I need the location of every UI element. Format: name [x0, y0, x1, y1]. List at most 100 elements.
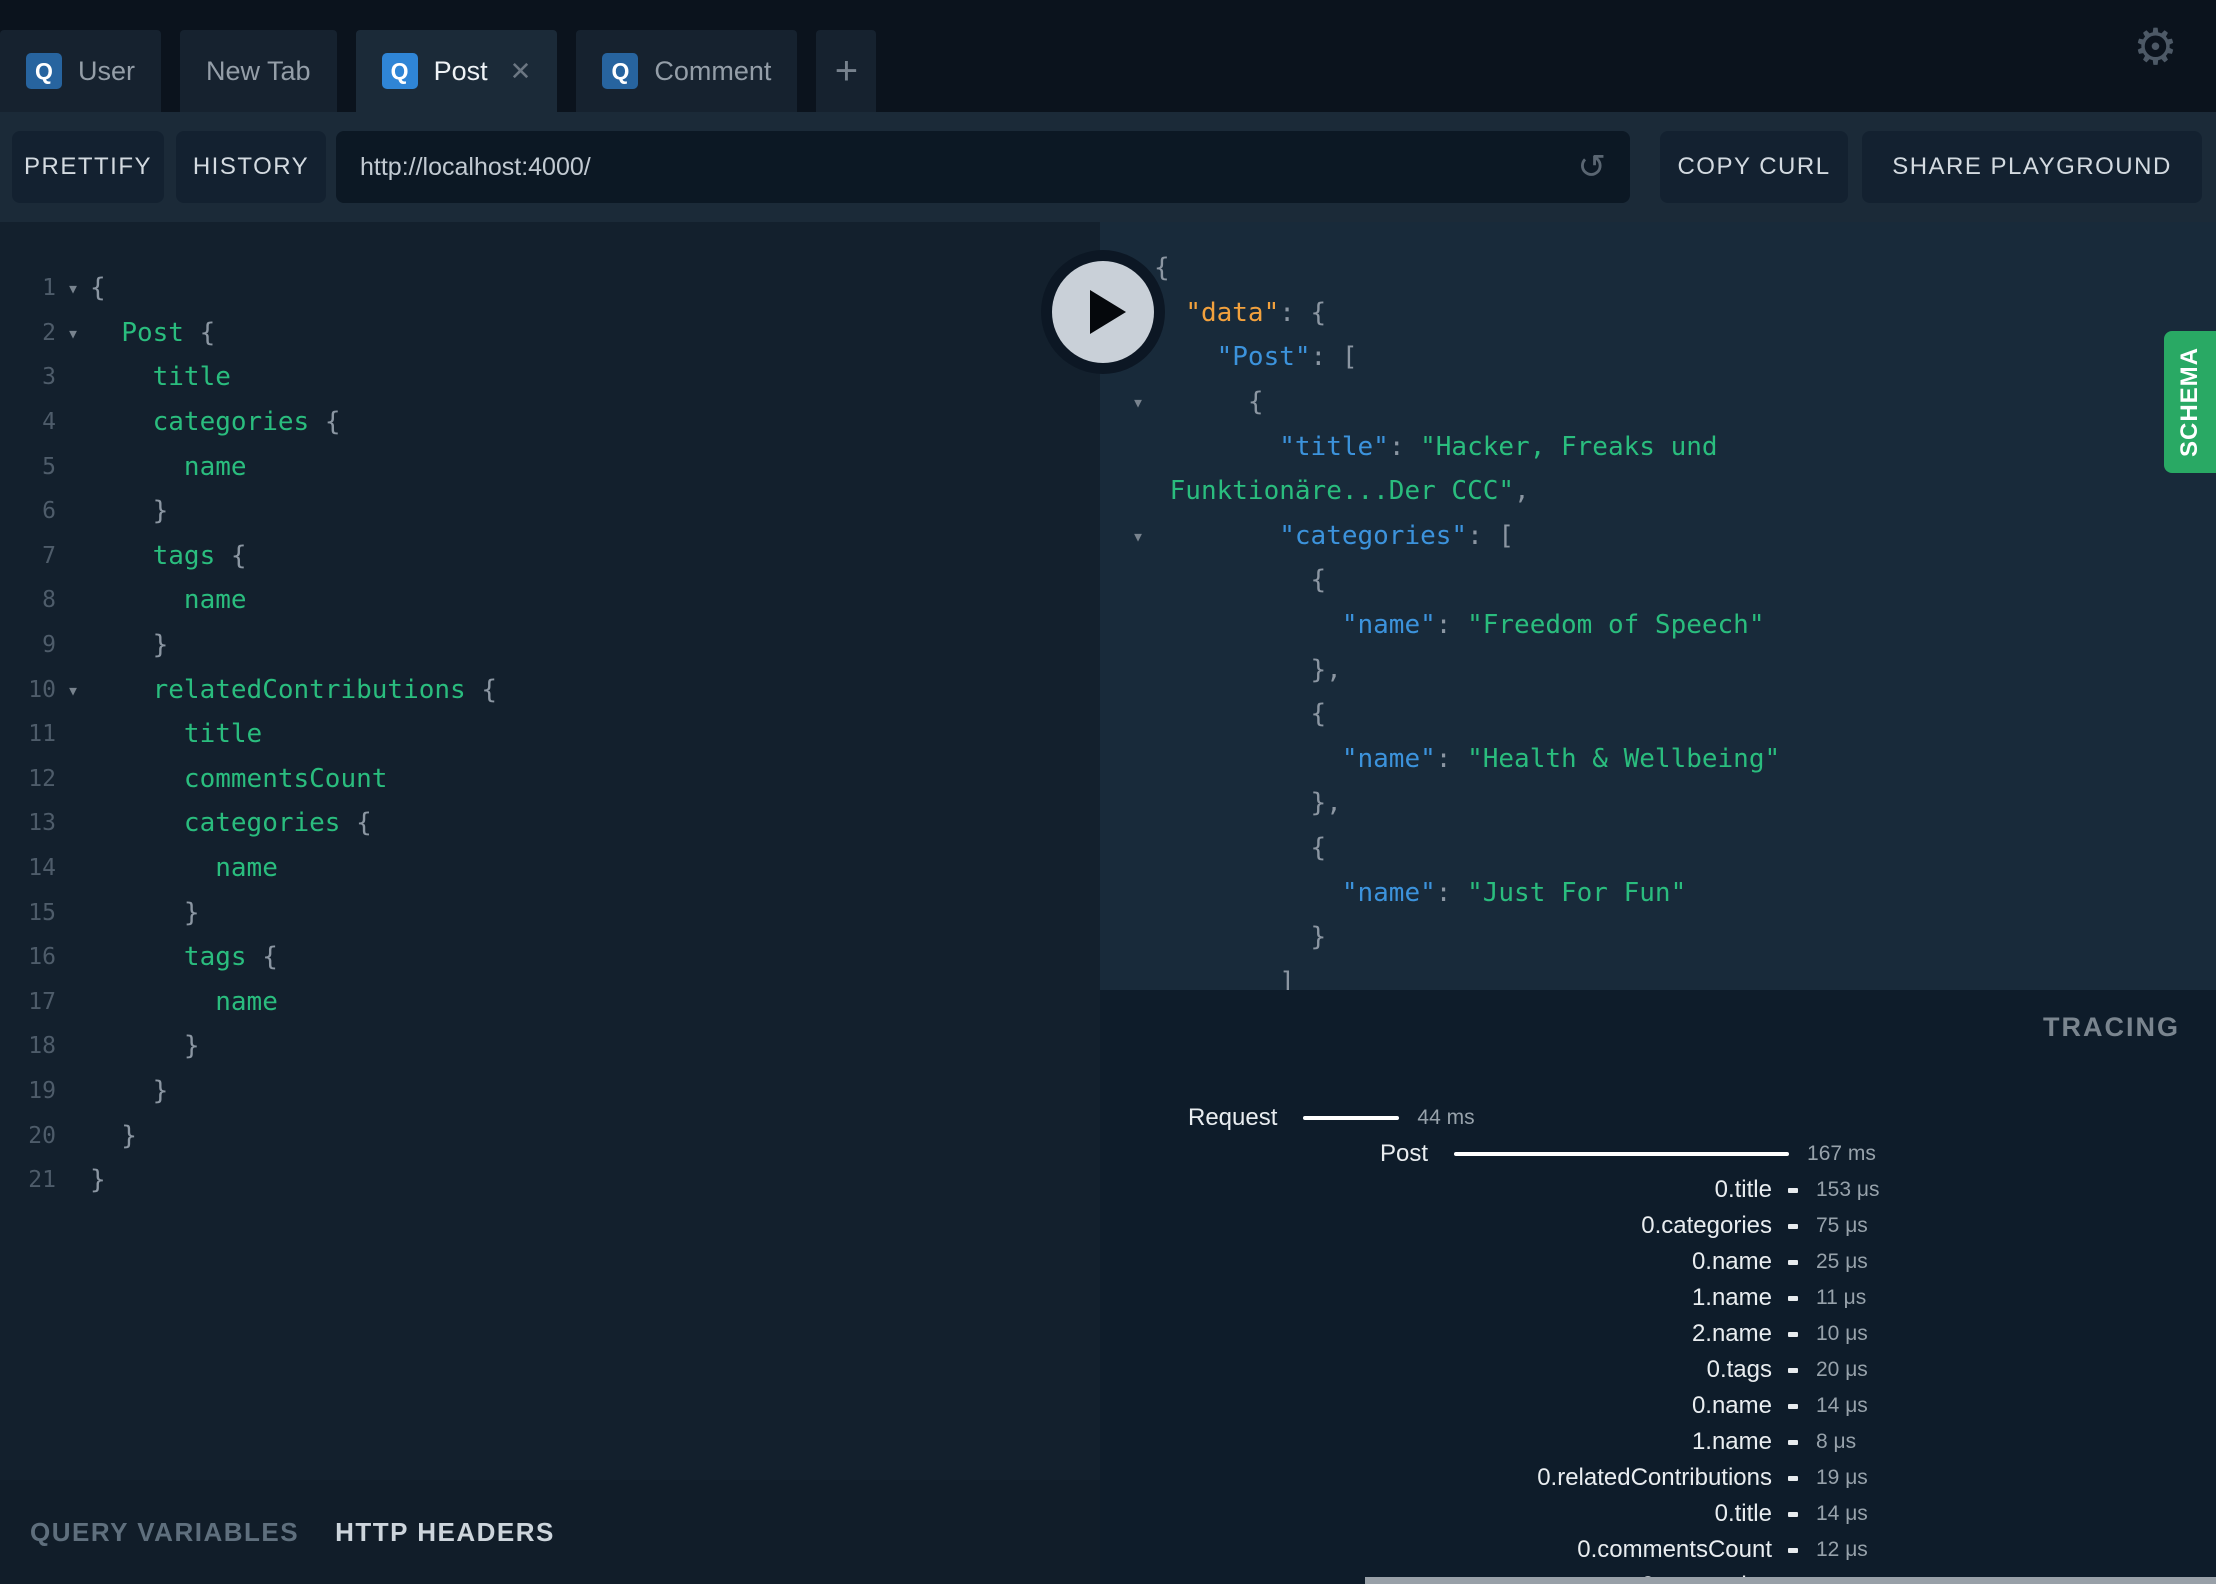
line-number: 12 [28, 765, 56, 792]
line-number: 5 [42, 453, 56, 480]
response-line: ▾{ [1100, 246, 2216, 291]
code-token: { [1154, 387, 1264, 418]
code-token: "Hacker, Freaks und [1420, 431, 1718, 462]
trace-duration-tick [1788, 1511, 1798, 1517]
code-token: } [90, 1075, 169, 1106]
trace-row: 0.commentsCount 12 μs [1100, 1532, 2216, 1568]
trace-label: 0.commentsCount [1577, 1536, 1772, 1563]
response-line: ] [1100, 960, 2216, 990]
endpoint-url-input[interactable]: http://localhost:4000/ [360, 153, 1578, 182]
tab-user[interactable]: Q User [0, 30, 162, 112]
bottom-panel-bar: QUERY VARIABLES HTTP HEADERS [0, 1480, 1100, 1584]
plus-icon: + [834, 48, 859, 93]
fold-arrow-icon[interactable]: ▾ [1122, 524, 1154, 548]
fold-arrow-icon[interactable]: ▾ [56, 321, 90, 345]
trace-duration-tick [1788, 1403, 1798, 1409]
trace-duration-value: 44 ms [1417, 1106, 1475, 1129]
trace-row: 1.name 11 μs [1100, 1280, 2216, 1316]
trace-duration-value: 14 μs [1816, 1394, 1868, 1417]
trace-duration-value: 167 ms [1807, 1142, 1876, 1165]
code-token: { [1154, 565, 1327, 596]
close-tab-icon[interactable]: ✕ [510, 56, 532, 87]
query-badge: Q [26, 53, 62, 89]
trace-duration-tick [1788, 1331, 1798, 1337]
prettify-button[interactable]: PRETTIFY [12, 131, 164, 203]
response-line: { [1100, 558, 2216, 603]
fold-arrow-icon[interactable]: ▾ [56, 276, 90, 300]
fold-arrow-icon[interactable]: ▾ [56, 678, 90, 702]
editor-line: 19 } [0, 1069, 1100, 1114]
line-number: 1 [42, 275, 56, 302]
code-token: "Freedom of Speech" [1467, 610, 1765, 641]
trace-duration-value: 10 μs [1816, 1322, 1868, 1345]
line-number: 21 [28, 1167, 56, 1194]
new-tab-button[interactable]: + [816, 30, 877, 112]
code-token: tags [183, 942, 263, 973]
trace-row: 0.title 14 μs [1100, 1496, 2216, 1532]
query-badge: Q [602, 53, 639, 89]
code-token: } [90, 630, 169, 661]
code-token: { [1154, 253, 1170, 284]
code-token: { [230, 540, 247, 571]
line-number: 18 [28, 1033, 56, 1060]
share-playground-button[interactable]: SHARE PLAYGROUND [1862, 131, 2202, 203]
copy-curl-button[interactable]: COPY CURL [1660, 131, 1848, 203]
response-line: "name": "Health & Wellbeing" [1100, 737, 2216, 782]
trace-row: 2.name 10 μs [1100, 1316, 2216, 1352]
code-token: } [90, 897, 200, 928]
response-line: ▾ "data": { [1100, 291, 2216, 336]
toolbar: PRETTIFY HISTORY http://localhost:4000/ … [0, 112, 2216, 222]
response-line: } [1100, 915, 2216, 960]
trace-duration-value: 25 μs [1816, 1250, 1868, 1273]
trace-duration-bar [1454, 1152, 1790, 1156]
trace-label: 0.name [1691, 1392, 1772, 1419]
http-headers-tab[interactable]: HTTP HEADERS [335, 1517, 555, 1548]
response-line: { [1100, 692, 2216, 737]
tab-label: User [78, 55, 136, 86]
tab-new-tab[interactable]: New Tab [180, 30, 337, 112]
query-variables-tab[interactable]: QUERY VARIABLES [30, 1517, 299, 1548]
settings-gear-icon[interactable]: ⚙ [2133, 18, 2178, 76]
line-number: 4 [42, 409, 56, 436]
tab-label: Post [433, 55, 488, 86]
trace-duration-value: 8 μs [1816, 1430, 1857, 1453]
query-editor[interactable]: 1 ▾{2 ▾ Post {3 title 4 categories {5 name 6… [0, 222, 1100, 1480]
history-button[interactable]: HISTORY [176, 131, 326, 203]
code-token: , [1514, 476, 1530, 507]
code-token: "Post" [1216, 342, 1311, 373]
code-token: name [183, 585, 247, 616]
line-number: 11 [28, 721, 56, 748]
editor-line: 10 ▾ relatedContributions { [0, 667, 1100, 712]
trace-duration-tick [1788, 1223, 1798, 1229]
tab-comment[interactable]: Q Comment [576, 30, 798, 112]
tab-post[interactable]: Q Post ✕ [355, 30, 558, 112]
code-token: tags [152, 540, 231, 571]
trace-duration-value: 153 μs [1816, 1178, 1880, 1201]
line-number: 14 [28, 855, 56, 882]
trace-row: 0.title 153 μs [1100, 1172, 2216, 1208]
code-token: { [324, 407, 341, 438]
editor-line: 4 categories { [0, 400, 1100, 445]
code-token: categories [183, 808, 357, 839]
tracing-horizontal-scrollbar[interactable] [1365, 1577, 2216, 1584]
code-token: relatedContributions [152, 674, 482, 705]
line-number: 13 [28, 810, 56, 837]
endpoint-url-box[interactable]: http://localhost:4000/ ↺ [336, 131, 1630, 203]
trace-duration-tick [1788, 1475, 1798, 1481]
execute-query-button[interactable] [1041, 250, 1165, 374]
line-number: 9 [42, 632, 56, 659]
code-token: Funktionäre...Der CCC" [1169, 476, 1515, 507]
trace-row: 0.relatedContributions 19 μs [1100, 1460, 2216, 1496]
schema-side-tab[interactable]: SCHEMA [2164, 331, 2216, 473]
fold-arrow-icon[interactable]: ▾ [1122, 390, 1154, 414]
editor-line: 20 } [0, 1113, 1100, 1158]
reload-schema-icon[interactable]: ↺ [1578, 147, 1607, 187]
editor-line: 13 categories { [0, 801, 1100, 846]
